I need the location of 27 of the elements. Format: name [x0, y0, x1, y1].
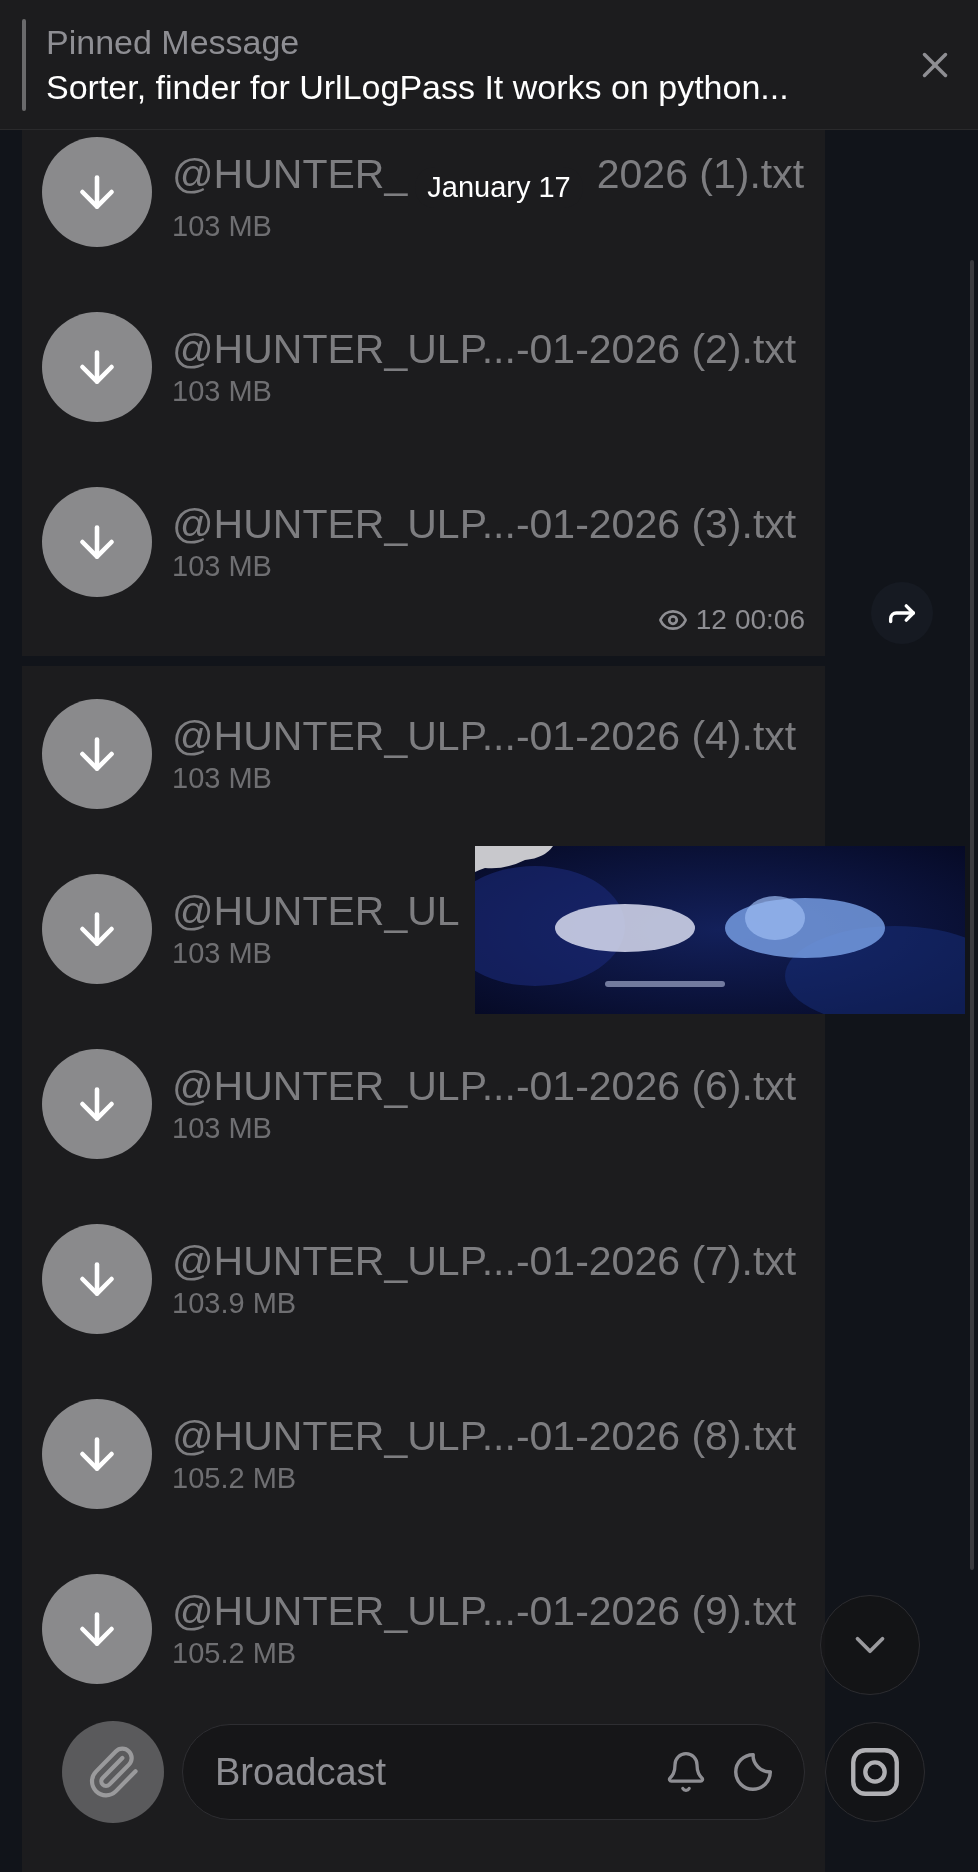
file-size: 103 MB	[172, 550, 273, 583]
file-name: @HUNTER_ULP...-01-2026 (4).txt	[172, 713, 797, 760]
view-count: 12	[695, 604, 727, 636]
file-size: 103 MB	[172, 375, 273, 408]
file-size: 103 MB	[172, 937, 273, 970]
file-name: @HUNTER_UL	[172, 888, 460, 935]
file-size: 103.9 MB	[172, 1287, 298, 1320]
file-name: @HUNTER_ULP...-01-2026 (7).txt	[172, 1238, 797, 1285]
pinned-text: Sorter, finder for UrlLogPass It works on python...	[46, 67, 790, 107]
file-name: @HUNTER_ULP...-01-2026 (2).txt	[172, 326, 797, 373]
message-time: 00:06	[734, 604, 805, 636]
file-name: @HUNTER_ULP...-01-2026 (6).txt	[172, 1063, 797, 1110]
scrollbar[interactable]	[970, 260, 974, 1570]
file-name: @HUNTER_ULP...-01-2026 (9).txt	[172, 1588, 797, 1635]
file-name: @HUNTER_ULP...-01-2026 (8).txt	[172, 1413, 797, 1460]
file-name: @HUNTER_ULP...-01-2026 (3).txt	[172, 501, 797, 548]
pinned-title: Pinned Message	[46, 22, 301, 62]
pinned-message-bar[interactable]: Pinned Message Sorter, finder for UrlLogPass It works on python...	[0, 0, 978, 130]
file-size: 103 MB	[172, 210, 273, 243]
file-size: 103 MB	[172, 1112, 273, 1145]
message-field[interactable]: Broadcast	[182, 1724, 805, 1820]
file-size: 105.2 MB	[172, 1462, 298, 1495]
file-size: 105.2 MB	[172, 1637, 298, 1670]
message-input[interactable]: Broadcast	[213, 1749, 642, 1795]
file-size: 103 MB	[172, 762, 273, 795]
file-name: 2026 (1).txt	[596, 151, 805, 198]
file-name: @HUNTER_	[172, 151, 408, 198]
